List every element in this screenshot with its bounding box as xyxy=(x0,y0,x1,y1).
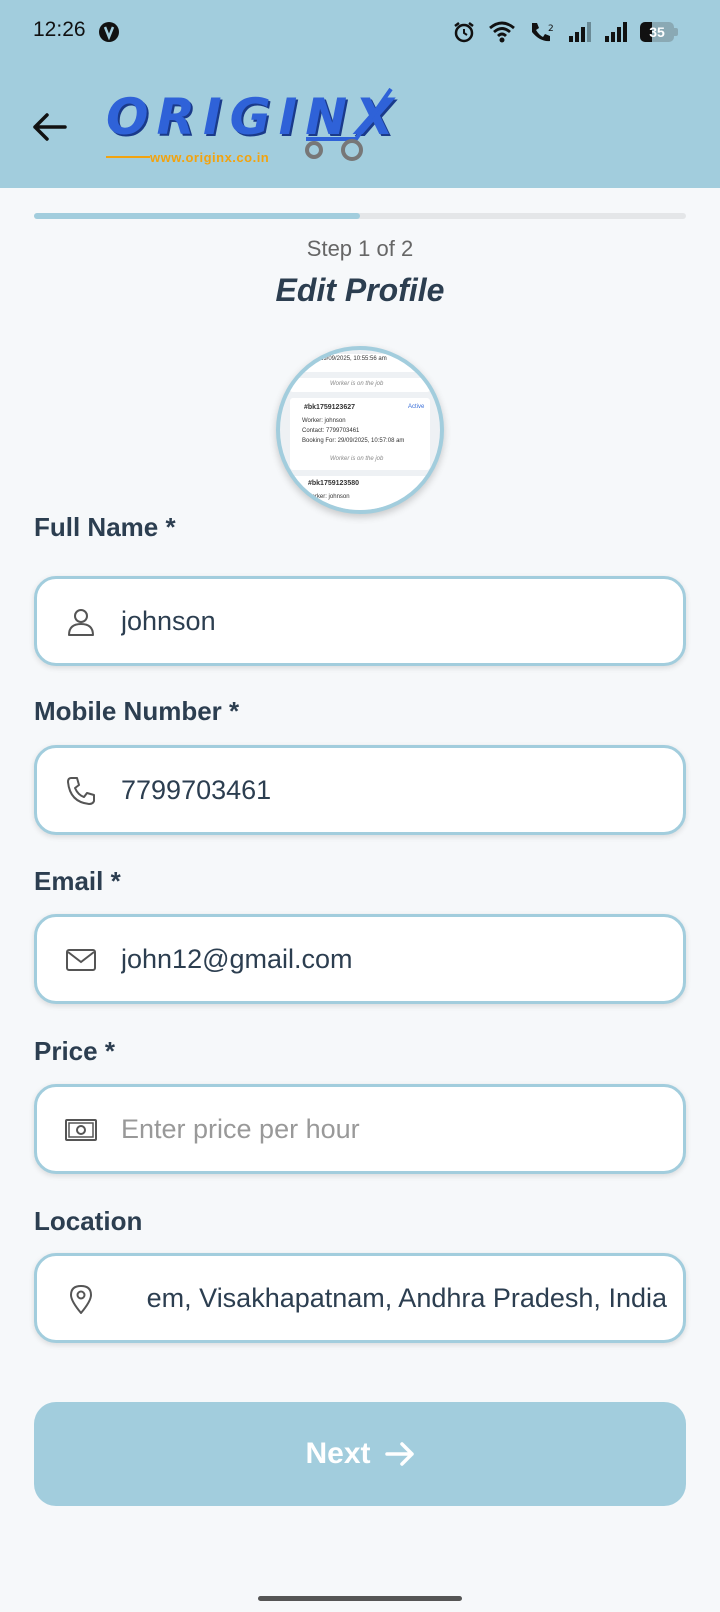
email-field[interactable] xyxy=(34,914,686,1004)
avatar-line: #bk1759123627 xyxy=(304,404,355,411)
mobile-number-label: Mobile Number * xyxy=(34,696,240,726)
email-label: Email * xyxy=(34,866,121,896)
avatar-line: Worker is on the job xyxy=(330,456,384,462)
full-name-label: Full Name * xyxy=(34,512,176,542)
progress-bar xyxy=(34,213,686,219)
status-time: 12:26 xyxy=(33,18,86,41)
location-field[interactable]: em, Visakhapatnam, Andhra Pradesh, India xyxy=(34,1253,686,1343)
next-button[interactable]: Next xyxy=(34,1402,686,1506)
phone-icon xyxy=(67,777,95,805)
avatar-line: #bk1759123580 xyxy=(308,480,359,487)
avatar-line: Worker is on the job xyxy=(330,381,384,387)
status-bar: 12:26 2 35 xyxy=(0,0,720,64)
app-header: 12:26 2 35 ORIGINX www.originx.co.in xyxy=(0,0,720,188)
status-icons: 2 35 xyxy=(452,18,678,46)
signal-2-icon xyxy=(604,21,628,43)
location-label: Location xyxy=(34,1206,143,1236)
map-pin-icon xyxy=(70,1285,92,1314)
price-label: Price * xyxy=(34,1036,115,1066)
profile-avatar[interactable]: 29/09/2025, 10:55:56 am Worker is on the… xyxy=(276,346,444,514)
logo-cart-icon xyxy=(305,87,393,161)
home-indicator[interactable] xyxy=(258,1596,462,1601)
mail-icon xyxy=(66,949,96,971)
avatar-line: Worker: johnson xyxy=(302,418,346,424)
user-icon xyxy=(68,609,94,636)
arrow-left-icon xyxy=(33,113,67,141)
arrow-right-icon xyxy=(384,1442,414,1466)
mobile-number-field[interactable] xyxy=(34,745,686,835)
full-name-input[interactable] xyxy=(121,579,667,663)
wifi-calling-icon: 2 xyxy=(528,20,556,44)
full-name-field[interactable] xyxy=(34,576,686,666)
battery-icon: 35 xyxy=(640,22,678,42)
back-button[interactable] xyxy=(26,104,72,150)
email-input[interactable] xyxy=(121,917,667,1001)
originx-logo: ORIGINX www.originx.co.in xyxy=(106,84,402,170)
page-title: Edit Profile xyxy=(275,272,445,308)
alarm-icon xyxy=(452,20,476,44)
signal-1-icon xyxy=(568,21,592,43)
next-button-label: Next xyxy=(305,1437,371,1470)
battery-level: 35 xyxy=(649,24,665,40)
avatar-line: Booking For: 29/09/2025, 10:57:08 am xyxy=(302,438,405,444)
progress-fill xyxy=(34,213,360,219)
avatar-line: Active xyxy=(408,404,425,410)
avatar-line: Contact: 7799703461 xyxy=(302,428,360,434)
price-input[interactable] xyxy=(121,1087,667,1171)
avatar-line: 29/09/2025, 10:55:56 am xyxy=(320,356,387,362)
cash-icon xyxy=(65,1119,97,1141)
wifi-icon xyxy=(488,21,516,43)
step-indicator: Step 1 of 2 xyxy=(306,236,414,261)
mobile-number-input[interactable] xyxy=(121,748,667,832)
avatar-line: Worker: johnson xyxy=(306,494,350,500)
logo-url: www.originx.co.in xyxy=(150,150,270,165)
location-input[interactable]: em, Visakhapatnam, Andhra Pradesh, India xyxy=(123,1256,667,1340)
svg-text:2: 2 xyxy=(548,24,554,34)
price-field[interactable] xyxy=(34,1084,686,1174)
app-notification-icon xyxy=(98,21,120,43)
